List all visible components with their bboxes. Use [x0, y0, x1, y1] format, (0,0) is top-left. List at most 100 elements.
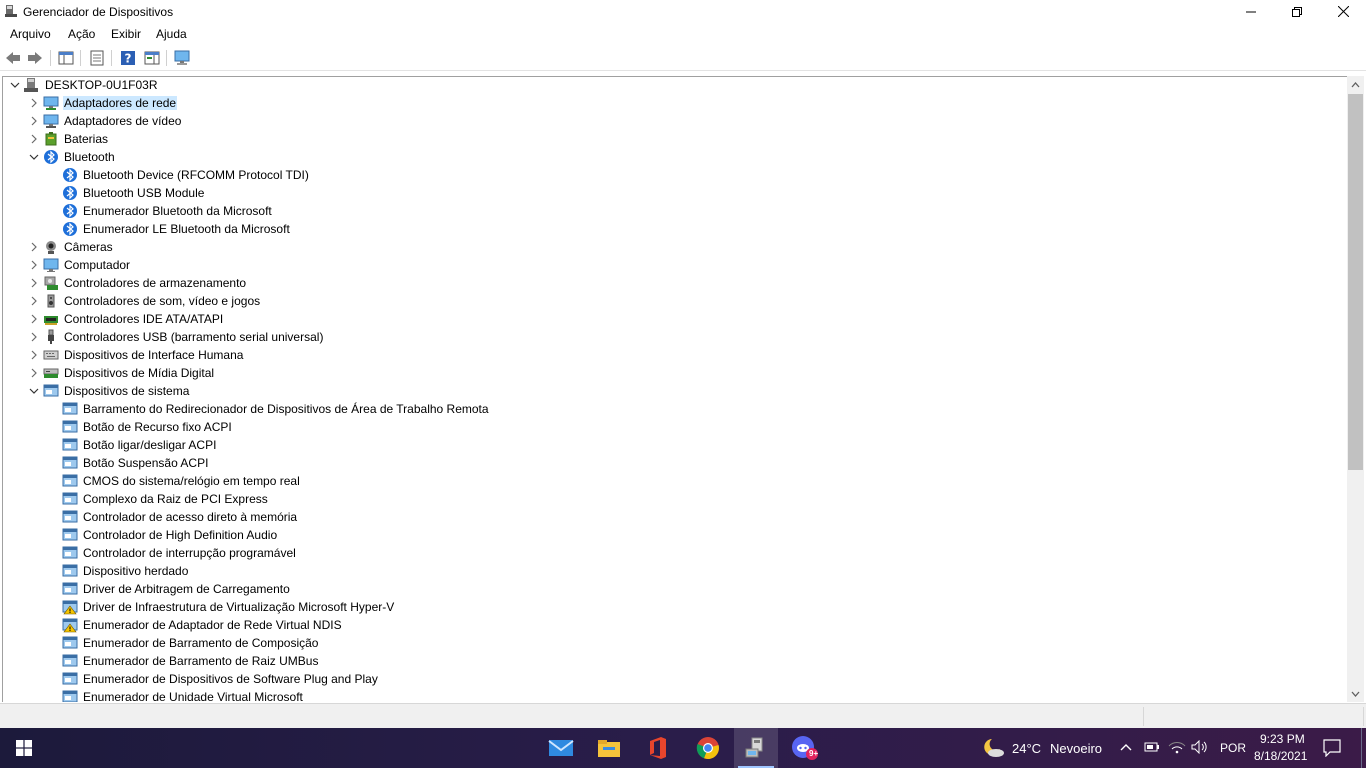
tree-device[interactable]: Enumerador de Dispositivos de Software P…: [3, 670, 1347, 688]
scroll-thumb[interactable]: [1348, 94, 1363, 470]
battery-plug-icon: [1144, 742, 1159, 752]
volume-tray-button[interactable]: [1191, 739, 1209, 757]
close-button[interactable]: [1320, 0, 1366, 23]
tree-device[interactable]: Bluetooth USB Module: [3, 184, 1347, 202]
tree-device[interactable]: Botão Suspensão ACPI: [3, 454, 1347, 472]
help-button[interactable]: ?: [118, 49, 138, 67]
chevron-right-icon[interactable]: [28, 349, 40, 361]
taskbar-office[interactable]: [636, 728, 680, 768]
vertical-scrollbar[interactable]: [1347, 76, 1364, 702]
chevron-right-icon[interactable]: [28, 241, 40, 253]
tree-device[interactable]: CMOS do sistema/relógio em tempo real: [3, 472, 1347, 490]
scan-hardware-button[interactable]: [173, 49, 193, 67]
tree-category[interactable]: Computador: [3, 256, 1347, 274]
taskbar-mail[interactable]: [539, 728, 583, 768]
minimize-button[interactable]: [1228, 0, 1274, 23]
tree-category[interactable]: Dispositivos de Interface Humana: [3, 346, 1347, 364]
forward-button[interactable]: [25, 49, 45, 67]
tree-device[interactable]: Enumerador de Unidade Virtual Microsoft: [3, 688, 1347, 702]
tree-device[interactable]: Enumerador LE Bluetooth da Microsoft: [3, 220, 1347, 238]
chevron-right-icon[interactable]: [28, 313, 40, 325]
properties-button[interactable]: [87, 49, 107, 67]
discord-badge: 9+: [809, 749, 819, 758]
taskbar-device-manager[interactable]: [734, 728, 778, 768]
taskbar-file-explorer[interactable]: [587, 728, 631, 768]
tree-device[interactable]: Dispositivo herdado: [3, 562, 1347, 580]
menu-acao[interactable]: Ação: [68, 27, 95, 41]
chevron-down-icon[interactable]: [9, 79, 21, 91]
chevron-right-icon[interactable]: [28, 115, 40, 127]
tree-category[interactable]: Bluetooth: [3, 148, 1347, 166]
toolbar-separator: [50, 50, 51, 66]
help-icon: ?: [121, 51, 135, 66]
tree-device[interactable]: Enumerador de Adaptador de Rede Virtual …: [3, 616, 1347, 634]
tree-device[interactable]: Complexo da Raiz de PCI Express: [3, 490, 1347, 508]
language-indicator[interactable]: POR: [1220, 741, 1246, 755]
taskbar-discord[interactable]: 9+: [783, 728, 827, 768]
tree-device[interactable]: Enumerador de Barramento de Raiz UMBus: [3, 652, 1347, 670]
tree-category[interactable]: Baterias: [3, 130, 1347, 148]
tree-device[interactable]: Enumerador de Barramento de Composição: [3, 634, 1347, 652]
wifi-icon: [1168, 742, 1186, 754]
arrow-right-icon: [28, 52, 42, 64]
tree-device[interactable]: Controlador de interrupção programável: [3, 544, 1347, 562]
chevron-down-icon[interactable]: [28, 151, 40, 163]
tree-device[interactable]: Driver de Arbitragem de Carregamento: [3, 580, 1347, 598]
tree-item-label: Driver de Infraestrutura de Virtualizaçã…: [83, 600, 395, 614]
action-pane-button[interactable]: [142, 49, 162, 67]
system-device-icon: [62, 671, 78, 687]
tree-item-label: Bluetooth: [64, 150, 115, 164]
tree-category[interactable]: Controladores de som, vídeo e jogos: [3, 292, 1347, 310]
tree-category[interactable]: Dispositivos de sistema: [3, 382, 1347, 400]
tree-category[interactable]: Controladores USB (barramento serial uni…: [3, 328, 1347, 346]
chevron-right-icon[interactable]: [28, 277, 40, 289]
tree-category[interactable]: Controladores de armazenamento: [3, 274, 1347, 292]
scroll-up-button[interactable]: [1347, 76, 1364, 93]
battery-tray-button[interactable]: [1143, 740, 1161, 757]
tree-category[interactable]: Câmeras: [3, 238, 1347, 256]
tree-category[interactable]: Controladores IDE ATA/ATAPI: [3, 310, 1347, 328]
ide-controller-icon: [43, 311, 59, 327]
tree-device[interactable]: Driver de Infraestrutura de Virtualizaçã…: [3, 598, 1347, 616]
start-button[interactable]: [0, 728, 48, 768]
show-desktop-button[interactable]: [1361, 728, 1366, 768]
chevron-right-icon[interactable]: [28, 295, 40, 307]
tree-category[interactable]: Dispositivos de Mídia Digital: [3, 364, 1347, 382]
weather-widget[interactable]: 24°C Nevoeiro: [978, 728, 1110, 768]
back-button[interactable]: [3, 49, 23, 67]
device-tree[interactable]: DESKTOP-0U1F03R Adaptadores de rede Adapta…: [2, 76, 1347, 702]
chevron-right-icon[interactable]: [28, 331, 40, 343]
tree-device[interactable]: Botão de Recurso fixo ACPI: [3, 418, 1347, 436]
tree-category[interactable]: Adaptadores de vídeo: [3, 112, 1347, 130]
restore-button[interactable]: [1274, 0, 1320, 23]
show-hidden-icons-button[interactable]: [1119, 740, 1133, 757]
show-hide-console-tree-button[interactable]: [56, 49, 76, 67]
tree-device[interactable]: Bluetooth Device (RFCOMM Protocol TDI): [3, 166, 1347, 184]
tree-item-label: CMOS do sistema/relógio em tempo real: [83, 474, 300, 488]
menu-ajuda[interactable]: Ajuda: [156, 27, 187, 41]
tree-device[interactable]: Barramento do Redirecionador de Disposit…: [3, 400, 1347, 418]
chevron-down-icon[interactable]: [28, 385, 40, 397]
scroll-down-button[interactable]: [1347, 685, 1364, 702]
menu-arquivo[interactable]: Arquivo: [10, 27, 51, 41]
tree-category[interactable]: Adaptadores de rede: [3, 94, 1347, 112]
tree-device[interactable]: Controlador de acesso direto à memória: [3, 508, 1347, 526]
network-tray-button[interactable]: [1168, 740, 1186, 757]
chevron-right-icon[interactable]: [28, 367, 40, 379]
action-center-button[interactable]: [1323, 739, 1341, 760]
chevron-right-icon[interactable]: [28, 97, 40, 109]
tree-device[interactable]: Controlador de High Definition Audio: [3, 526, 1347, 544]
system-device-icon: [62, 473, 78, 489]
menu-exibir[interactable]: Exibir: [111, 27, 141, 41]
chevron-right-icon[interactable]: [28, 259, 40, 271]
tree-device[interactable]: Botão ligar/desligar ACPI: [3, 436, 1347, 454]
tree-root[interactable]: DESKTOP-0U1F03R: [3, 77, 1347, 94]
chevron-right-icon[interactable]: [28, 133, 40, 145]
system-device-icon: [62, 401, 78, 417]
tree-item-label: Barramento do Redirecionador de Disposit…: [83, 402, 489, 416]
clock[interactable]: 9:23 PM 8/18/2021: [1248, 728, 1310, 768]
system-device-icon: [62, 635, 78, 651]
tree-device[interactable]: Enumerador Bluetooth da Microsoft: [3, 202, 1347, 220]
chevron-down-icon: [1351, 691, 1360, 697]
taskbar-chrome[interactable]: [686, 728, 730, 768]
